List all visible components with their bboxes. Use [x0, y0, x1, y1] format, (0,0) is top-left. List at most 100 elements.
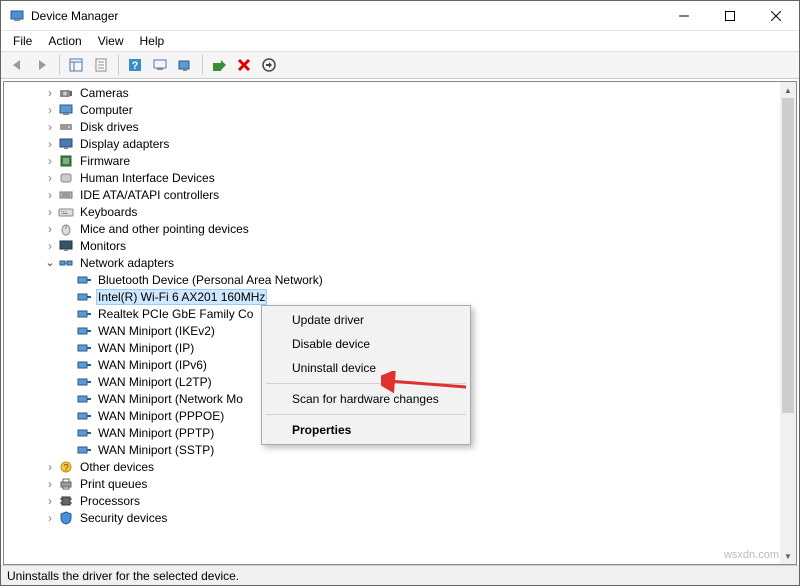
expand-icon[interactable]	[42, 85, 58, 101]
tree-node-label: Firmware	[78, 153, 132, 169]
back-button[interactable]	[5, 53, 29, 77]
expand-icon[interactable]	[42, 136, 58, 152]
tree-node[interactable]: Computer	[8, 101, 780, 118]
scroll-thumb[interactable]	[782, 98, 794, 413]
expand-icon[interactable]	[42, 204, 58, 220]
tree-node-label: Cameras	[78, 85, 131, 101]
uninstall-device-button[interactable]	[232, 53, 256, 77]
minimize-button[interactable]	[661, 1, 707, 31]
expander-none	[60, 408, 76, 424]
net-adapter-icon	[76, 425, 92, 441]
update-driver-button[interactable]	[173, 53, 197, 77]
context-menu: Update driver Disable device Uninstall d…	[261, 305, 471, 445]
net-adapter-icon	[76, 408, 92, 424]
expand-icon[interactable]	[42, 221, 58, 237]
forward-button[interactable]	[30, 53, 54, 77]
scroll-down-button[interactable]: ▼	[780, 548, 796, 564]
tree-node[interactable]: ?Other devices	[8, 458, 780, 475]
show-hide-console-button[interactable]	[64, 53, 88, 77]
context-disable-device[interactable]: Disable device	[264, 332, 468, 356]
tree-node[interactable]: Firmware	[8, 152, 780, 169]
tree-node[interactable]: Keyboards	[8, 203, 780, 220]
context-update-driver[interactable]: Update driver	[264, 308, 468, 332]
tree-node[interactable]: Processors	[8, 492, 780, 509]
legacy-button[interactable]	[257, 53, 281, 77]
tree-node-label: WAN Miniport (Network Mo	[96, 391, 245, 407]
watermark: wsxdn.com	[724, 549, 779, 561]
tree-node[interactable]: Print queues	[8, 475, 780, 492]
scan-hardware-button[interactable]	[148, 53, 172, 77]
tree-node[interactable]: Network adapters	[8, 254, 780, 271]
tree-node[interactable]: Mice and other pointing devices	[8, 220, 780, 237]
tree-node[interactable]: IDE ATA/ATAPI controllers	[8, 186, 780, 203]
expander-none	[60, 357, 76, 373]
tree-node-label: WAN Miniport (L2TP)	[96, 374, 214, 390]
toolbar: ?	[1, 51, 799, 79]
tree-node[interactable]: Monitors	[8, 237, 780, 254]
tree-node-label: Disk drives	[78, 119, 141, 135]
expander-none	[60, 340, 76, 356]
menu-file[interactable]: File	[5, 32, 40, 50]
menu-help[interactable]: Help	[132, 32, 173, 50]
context-separator	[266, 414, 466, 415]
display-icon	[58, 136, 74, 152]
expander-none	[60, 306, 76, 322]
security-icon	[58, 510, 74, 526]
expand-icon[interactable]	[42, 459, 58, 475]
collapse-icon[interactable]	[42, 255, 58, 271]
network-icon	[58, 255, 74, 271]
tree-node-label: Display adapters	[78, 136, 171, 152]
processor-icon	[58, 493, 74, 509]
expander-none	[60, 289, 76, 305]
net-adapter-icon	[76, 272, 92, 288]
help-button[interactable]: ?	[123, 53, 147, 77]
expand-icon[interactable]	[42, 510, 58, 526]
maximize-button[interactable]	[707, 1, 753, 31]
context-scan-hardware[interactable]: Scan for hardware changes	[264, 387, 468, 411]
vertical-scrollbar[interactable]: ▲ ▼	[780, 82, 796, 564]
expand-icon[interactable]	[42, 493, 58, 509]
tree-node[interactable]: Cameras	[8, 84, 780, 101]
menu-action[interactable]: Action	[40, 32, 89, 50]
expand-icon[interactable]	[42, 476, 58, 492]
context-separator	[266, 383, 466, 384]
disk-icon	[58, 119, 74, 135]
tree-node-label: WAN Miniport (PPTP)	[96, 425, 216, 441]
firmware-icon	[58, 153, 74, 169]
tree-node[interactable]: Intel(R) Wi-Fi 6 AX201 160MHz	[8, 288, 780, 305]
tree-node-label: Security devices	[78, 510, 169, 526]
expand-icon[interactable]	[42, 119, 58, 135]
tree-node-label: Human Interface Devices	[78, 170, 217, 186]
enable-device-button[interactable]	[207, 53, 231, 77]
tree-node[interactable]: Bluetooth Device (Personal Area Network)	[8, 271, 780, 288]
close-button[interactable]	[753, 1, 799, 31]
window-title: Device Manager	[31, 9, 118, 23]
expand-icon[interactable]	[42, 102, 58, 118]
tree-node-label: WAN Miniport (IKEv2)	[96, 323, 217, 339]
tree-node[interactable]: Display adapters	[8, 135, 780, 152]
tree-node-label: Monitors	[78, 238, 128, 254]
tree-node-label: WAN Miniport (IP)	[96, 340, 196, 356]
computer-icon	[58, 102, 74, 118]
context-uninstall-device[interactable]: Uninstall device	[264, 356, 468, 380]
tree-node[interactable]: Security devices	[8, 509, 780, 526]
expander-none	[60, 272, 76, 288]
tree-node-label: Intel(R) Wi-Fi 6 AX201 160MHz	[96, 289, 267, 305]
tree-node[interactable]: Disk drives	[8, 118, 780, 135]
tree-node[interactable]: Human Interface Devices	[8, 169, 780, 186]
ide-icon	[58, 187, 74, 203]
tree-node-label: Print queues	[78, 476, 149, 492]
expand-icon[interactable]	[42, 153, 58, 169]
scroll-up-button[interactable]: ▲	[780, 82, 796, 98]
menu-bar: File Action View Help	[1, 31, 799, 51]
mouse-icon	[58, 221, 74, 237]
properties-button[interactable]	[89, 53, 113, 77]
context-properties[interactable]: Properties	[264, 418, 468, 442]
title-bar: Device Manager	[1, 1, 799, 31]
expand-icon[interactable]	[42, 187, 58, 203]
tree-node-label: WAN Miniport (IPv6)	[96, 357, 209, 373]
menu-view[interactable]: View	[90, 32, 132, 50]
expand-icon[interactable]	[42, 170, 58, 186]
keyboard-icon	[58, 204, 74, 220]
expand-icon[interactable]	[42, 238, 58, 254]
